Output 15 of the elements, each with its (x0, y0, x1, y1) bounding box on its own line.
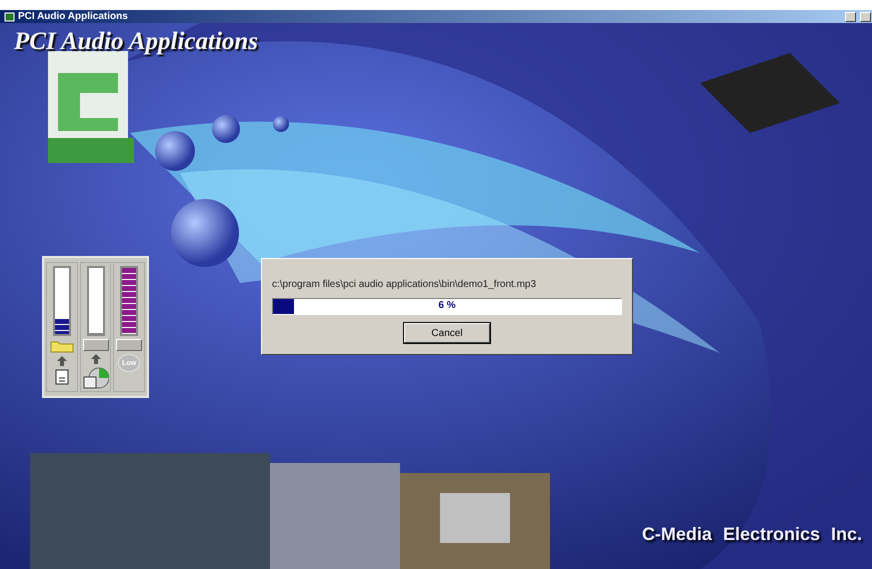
maximize-button[interactable] (860, 12, 871, 22)
cancel-button[interactable]: Cancel (404, 323, 490, 343)
splash-heading: PCI Audio Applications (14, 28, 258, 56)
slider-button[interactable] (82, 339, 108, 351)
document-icon[interactable] (54, 369, 69, 385)
minimize-button[interactable] (845, 12, 856, 22)
cd-drive-icon[interactable] (82, 367, 108, 389)
file-path: c:\program files\pci audio applications\bin\demo1_front.mp3 (272, 279, 538, 290)
up-arrow-icon (90, 354, 100, 364)
app-icon (4, 12, 15, 22)
window-title: PCI Audio Applications (18, 11, 129, 22)
company-name: C-Media Electronics Inc. (642, 524, 862, 545)
slider-button[interactable] (116, 339, 142, 351)
up-arrow-icon (56, 356, 67, 366)
progress-percent: 6 % (438, 300, 456, 311)
